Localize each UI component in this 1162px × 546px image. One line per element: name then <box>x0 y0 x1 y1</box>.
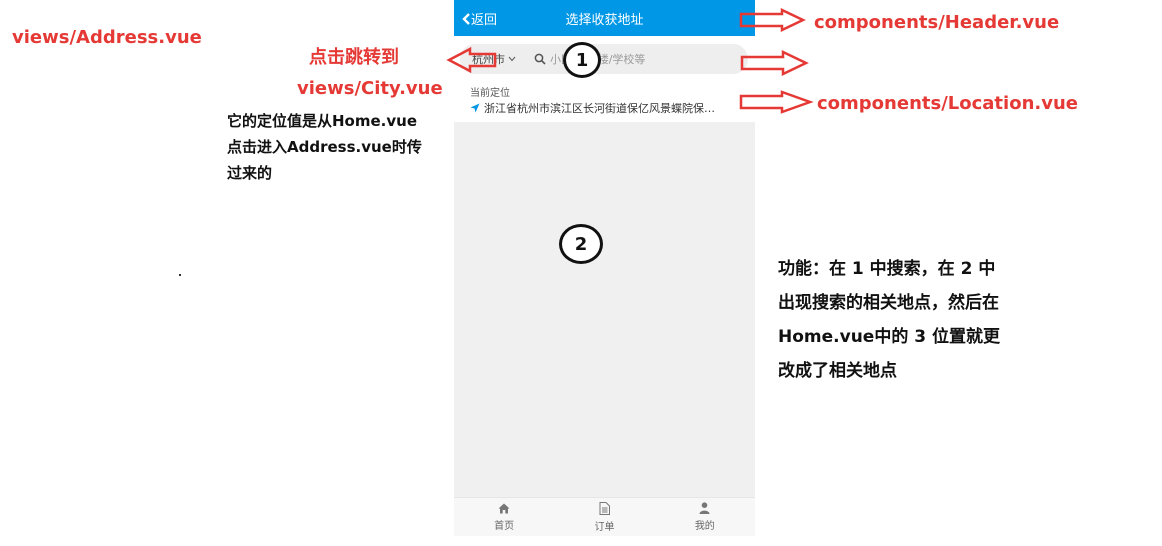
header-bar: 返回 选择收获地址 <box>454 0 755 36</box>
stray-dot <box>179 274 181 276</box>
order-icon <box>599 501 610 515</box>
click-jump-label: 点击跳转到 <box>309 47 399 68</box>
views-address-label: views/Address.vue <box>12 27 202 48</box>
home-icon <box>498 503 510 513</box>
tab-profile[interactable]: 我的 <box>655 498 755 536</box>
feature-note-line: 出现搜索的相关地点，然后在 <box>778 293 999 313</box>
header-component-label: components/Header.vue <box>814 12 1060 33</box>
city-label: 杭州市 <box>472 53 505 66</box>
feature-note-line: 功能：在 1 中搜索，在 2 中 <box>778 259 996 279</box>
views-city-label: views/City.vue <box>297 78 443 99</box>
page-title: 选择收获地址 <box>565 13 644 28</box>
location-note-line: 点击进入Address.vue时传 <box>227 138 422 156</box>
location-arrow-icon <box>470 103 480 113</box>
search-bar: 杭州市 <box>460 44 748 74</box>
current-location-label: 当前定位 <box>470 88 510 99</box>
city-selector-button[interactable]: 杭州市 <box>460 51 534 67</box>
bottom-tab-bar: 首页 订单 我的 <box>454 497 755 536</box>
tab-label: 我的 <box>694 521 715 532</box>
tab-label: 订单 <box>594 521 615 533</box>
location-note-line: 过来的 <box>227 164 273 182</box>
feature-note: 功能：在 1 中搜索，在 2 中 出现搜索的相关地点，然后在 Home.vue中… <box>778 252 1000 388</box>
tab-orders[interactable]: 订单 <box>554 498 654 536</box>
marker-1: 1 <box>563 42 601 78</box>
marker-2: 2 <box>559 224 603 264</box>
search-section: 杭州市 <box>454 36 755 80</box>
location-note: 它的定位值是从Home.vue 点击进入Address.vue时传 过来的 <box>227 108 422 186</box>
phone-screen: 返回 选择收获地址 杭州市 当前定位 浙江省杭州市滨江区长河街道保亿风景蝶院保…… <box>454 0 755 536</box>
feature-note-line: Home.vue中的 3 位置就更 <box>778 327 1000 347</box>
location-component-label: components/Location.vue <box>817 93 1078 114</box>
feature-note-line: 改成了相关地点 <box>778 361 897 381</box>
user-icon <box>699 502 710 514</box>
chevron-down-icon <box>508 56 516 62</box>
address-text: 浙江省杭州市滨江区长河街道保亿风景蝶院保… <box>484 102 715 115</box>
current-location-section: 当前定位 浙江省杭州市滨江区长河街道保亿风景蝶院保… <box>454 80 755 122</box>
search-icon <box>534 53 546 65</box>
current-location-address[interactable]: 浙江省杭州市滨江区长河街道保亿风景蝶院保… <box>470 100 740 116</box>
tab-label: 首页 <box>494 520 515 532</box>
location-note-line: 它的定位值是从Home.vue <box>227 112 417 130</box>
tab-home[interactable]: 首页 <box>454 498 554 536</box>
